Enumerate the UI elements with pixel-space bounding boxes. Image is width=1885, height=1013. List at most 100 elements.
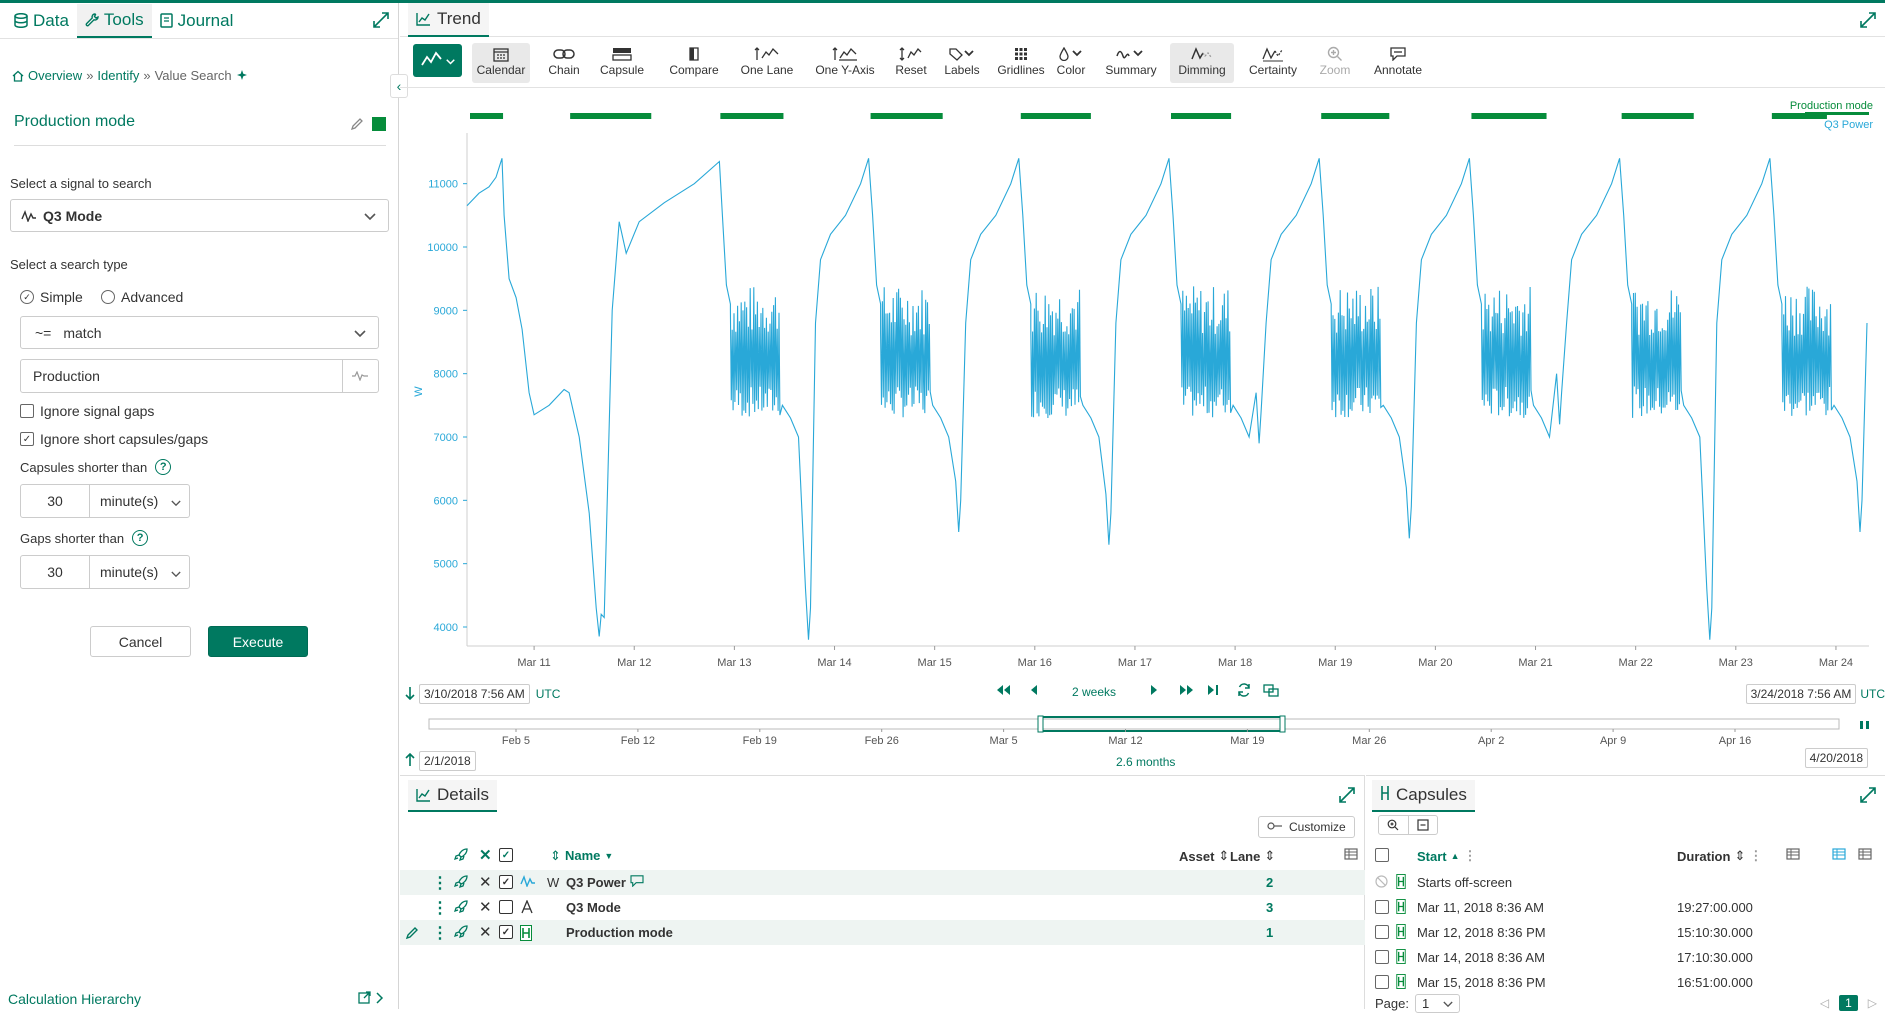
production-mode-capsule[interactable]	[570, 113, 652, 119]
capsule-table-row[interactable]: Mar 11, 2018 8:36 AM 19:27:00.000	[1366, 895, 1885, 920]
comment-icon[interactable]	[629, 875, 645, 887]
rocket-icon[interactable]	[454, 925, 468, 939]
tab-tools[interactable]: Tools	[76, 3, 152, 38]
select-all-capsules-checkbox[interactable]	[1375, 848, 1389, 862]
investigate-range-overview[interactable]: Feb 5 Feb 12 Feb 19 Feb 26 Mar 5 Mar 12 Mar 19…	[400, 711, 1885, 751]
lane-value[interactable]: 2	[1266, 875, 1273, 890]
display-end-input[interactable]: 3/24/2018 7:56 AM	[1745, 684, 1857, 704]
radio-simple[interactable]: ✓ Simple	[20, 289, 83, 305]
details-table-row[interactable]: ⋮ ✕ ✓ Production mode 1	[400, 920, 1365, 945]
rocket-icon[interactable]	[454, 900, 468, 914]
swap-range-icon[interactable]	[1263, 683, 1279, 700]
sparkle-icon[interactable]	[236, 69, 249, 82]
toolbar-compare-button[interactable]: Compare	[661, 43, 727, 83]
row-checkbox[interactable]: ✓	[499, 875, 513, 889]
select-all-checkbox[interactable]: ✓	[499, 848, 513, 862]
page-size-select[interactable]: 1	[1414, 994, 1461, 1013]
operator-select[interactable]: ~= match	[20, 316, 379, 349]
breadcrumb-overview[interactable]: Overview	[28, 68, 82, 83]
radio-advanced[interactable]: Advanced	[101, 289, 183, 305]
details-table-row[interactable]: ⋮ ✕ ✓ W Q3 Power 2	[400, 870, 1365, 895]
tab-journal[interactable]: Journal	[152, 4, 242, 38]
production-mode-capsule[interactable]	[1171, 113, 1232, 119]
timezone-label[interactable]: UTC	[536, 687, 561, 701]
help-icon[interactable]: ?	[155, 459, 172, 475]
toolbar-zoom-button[interactable]: Zoom	[1312, 43, 1358, 83]
toolbar-dimming-button[interactable]: Dimming	[1170, 43, 1234, 83]
investigate-duration[interactable]: 2.6 months	[1116, 755, 1175, 769]
arrow-up-icon[interactable]	[405, 752, 415, 770]
row-menu-icon[interactable]: ⋮	[432, 898, 448, 918]
start-column-header[interactable]: Start ▲ ⋮	[1417, 848, 1477, 864]
rocket-icon[interactable]	[454, 848, 468, 862]
zoom-in-icon[interactable]	[1379, 816, 1409, 834]
capsule-table-row[interactable]: Mar 14, 2018 8:36 AM 17:10:30.000	[1366, 945, 1885, 970]
gaps-duration-input[interactable]: 30	[20, 555, 90, 589]
production-mode-capsule[interactable]	[720, 113, 784, 119]
expand-icon[interactable]	[1859, 11, 1877, 32]
overview-right-handle[interactable]	[1279, 715, 1286, 733]
expand-icon[interactable]	[1338, 786, 1356, 807]
prev-page-icon[interactable]: ◁	[1820, 996, 1829, 1010]
capsules-unit-select[interactable]: minute(s)	[89, 484, 190, 518]
capsule-table-row[interactable]: Mar 12, 2018 8:36 PM 15:10:30.000	[1366, 920, 1885, 945]
gaps-unit-select[interactable]: minute(s)	[89, 555, 190, 589]
expand-icon[interactable]	[1859, 786, 1877, 807]
trend-chart[interactable]: 4000 5000 6000 7000 8000 9000 10000 11000 W Mar 1…	[400, 91, 1885, 671]
customize-button[interactable]: Customize	[1258, 816, 1355, 838]
capsule-table-row[interactable]: Mar 15, 2018 8:36 PM 16:51:00.000	[1366, 970, 1885, 995]
toolbar-summary-button[interactable]: Summary	[1096, 43, 1166, 83]
overview-track[interactable]	[428, 718, 1840, 730]
toolbar-gridlines-button[interactable]: Gridlines	[990, 43, 1052, 83]
tab-data[interactable]: Data	[6, 4, 77, 38]
pencil-icon[interactable]	[350, 117, 364, 136]
step-back-icon[interactable]	[1029, 684, 1038, 699]
name-column-header[interactable]: Name ▼	[565, 848, 613, 863]
remove-item-icon[interactable]: ✕	[479, 923, 492, 941]
row-checkbox[interactable]	[499, 900, 513, 914]
rocket-icon[interactable]	[454, 875, 468, 889]
duration-column-header[interactable]: Duration ⇕ ⋮	[1677, 848, 1762, 864]
next-page-icon[interactable]: ▷	[1868, 996, 1877, 1010]
q3-power-series-line[interactable]	[466, 158, 1868, 640]
step-forward-large-icon[interactable]	[1179, 684, 1195, 699]
jump-to-now-icon[interactable]	[1207, 684, 1219, 699]
tab-details[interactable]: Details	[408, 780, 497, 812]
table-settings-icon[interactable]	[1858, 848, 1874, 862]
step-forward-icon[interactable]	[1150, 684, 1159, 699]
toolbar-calendar-button[interactable]: Calendar	[472, 43, 530, 83]
capsule-row-checkbox[interactable]	[1375, 950, 1389, 964]
toolbar-certainty-button[interactable]: Certainty	[1239, 43, 1307, 83]
toolbar-labels-button[interactable]: Labels	[936, 43, 988, 83]
remove-item-icon[interactable]: ✕	[479, 873, 492, 891]
toolbar-one-y-axis-button[interactable]: One Y-Axis	[809, 43, 881, 83]
tool-name-field[interactable]: Production mode	[14, 113, 386, 146]
refresh-icon[interactable]	[1237, 683, 1251, 700]
row-checkbox[interactable]: ✓	[499, 925, 513, 939]
production-mode-capsule[interactable]	[1621, 113, 1694, 119]
table-add-column-icon[interactable]	[1832, 848, 1848, 862]
toolbar-chain-button[interactable]: Chain	[538, 43, 590, 83]
table-config-icon[interactable]	[1786, 848, 1802, 862]
lane-column-header[interactable]: Lane ⇕	[1230, 848, 1275, 864]
duration-label[interactable]: 2 weeks	[1072, 685, 1116, 699]
timezone-label[interactable]: UTC	[1860, 687, 1885, 701]
ignore-gaps-checkbox[interactable]: Ignore signal gaps	[20, 403, 154, 419]
lane-value[interactable]: 1	[1266, 925, 1273, 940]
capsule-row-checkbox[interactable]	[1375, 975, 1389, 989]
lane-value[interactable]: 3	[1266, 900, 1273, 915]
row-menu-icon[interactable]: ⋮	[432, 923, 448, 943]
calculation-hierarchy-link[interactable]: Calculation Hierarchy	[8, 991, 141, 1007]
execute-button[interactable]: Execute	[208, 626, 308, 657]
view-type-dropdown[interactable]	[413, 44, 462, 77]
details-table-row[interactable]: ⋮ ✕ Q3 Mode 3	[400, 895, 1365, 920]
search-value-input[interactable]: Production	[20, 359, 343, 393]
breadcrumb-identify[interactable]: Identify	[97, 68, 139, 83]
toolbar-color-button[interactable]: Color	[1050, 43, 1092, 83]
external-link-icon[interactable]	[358, 991, 384, 1008]
arrow-down-icon[interactable]	[405, 686, 415, 703]
tab-capsules[interactable]: Capsules	[1372, 780, 1475, 812]
ignore-short-checkbox[interactable]: ✓ Ignore short capsules/gaps	[20, 431, 208, 447]
production-mode-capsule[interactable]	[1471, 113, 1547, 119]
toolbar-annotate-button[interactable]: Annotate	[1365, 43, 1431, 83]
